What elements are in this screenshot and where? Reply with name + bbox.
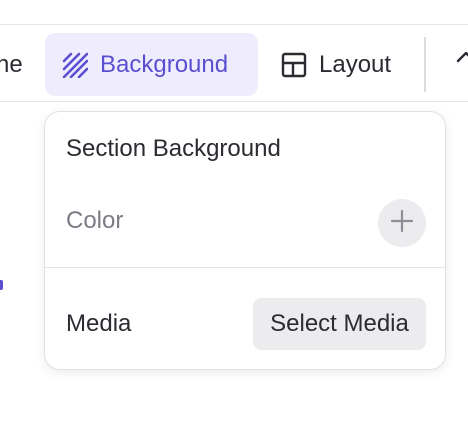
section-toolbar: ne Background Layout bbox=[0, 24, 468, 102]
color-label: Color bbox=[66, 207, 124, 234]
media-label: Media bbox=[66, 310, 132, 337]
plus-icon bbox=[390, 209, 414, 238]
toolbar-background-button[interactable]: Background bbox=[45, 33, 258, 96]
popover-divider bbox=[45, 267, 445, 268]
toolbar-divider bbox=[424, 37, 426, 92]
section-background-popover: Section Background Color Media Select Me… bbox=[44, 111, 446, 370]
toolbar-item-partial[interactable]: ne bbox=[0, 33, 23, 96]
page: ne Background Layout Section Background … bbox=[0, 0, 468, 438]
chevron-up-icon[interactable] bbox=[454, 49, 468, 79]
popover-title: Section Background bbox=[66, 135, 281, 162]
selection-accent-mark bbox=[0, 280, 3, 290]
select-media-button[interactable]: Select Media bbox=[253, 298, 426, 350]
layout-grid-icon bbox=[281, 52, 307, 78]
toolbar-background-label: Background bbox=[100, 50, 229, 78]
add-color-button[interactable] bbox=[378, 199, 426, 247]
toolbar-layout-button[interactable]: Layout bbox=[264, 33, 391, 96]
toolbar-item-partial-label: ne bbox=[0, 50, 23, 78]
toolbar-layout-label: Layout bbox=[319, 50, 392, 78]
diagonal-stripes-icon bbox=[62, 52, 88, 78]
